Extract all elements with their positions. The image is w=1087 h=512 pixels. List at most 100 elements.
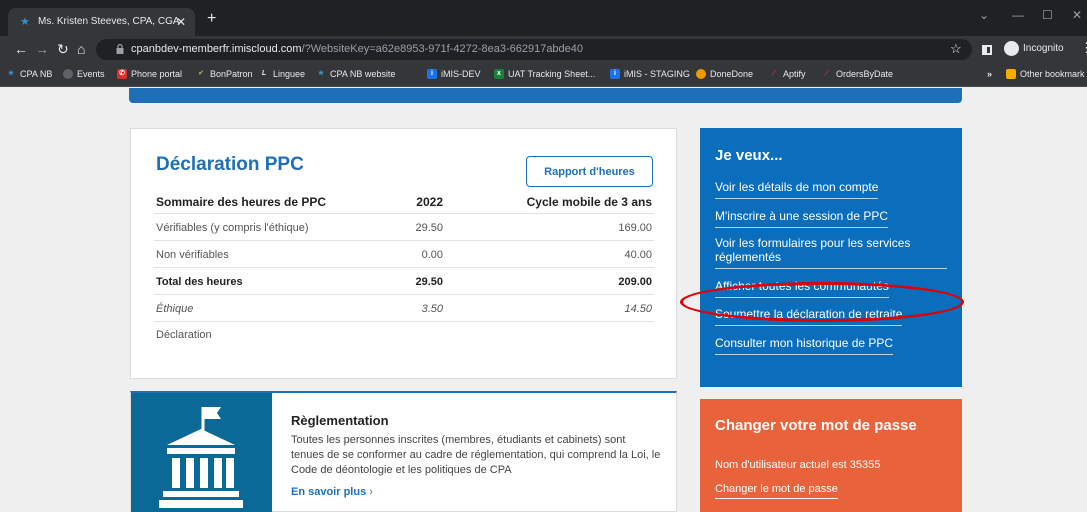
phone-portal-icon: ✆ [117,69,127,79]
bookmark-item[interactable]: i iMIS-DEV [427,69,481,79]
bookmark-star-icon[interactable]: ☆ [950,41,962,57]
row-cycle: 14.50 [624,303,652,315]
imis-icon: i [610,69,620,79]
row-label: Non vérifiables [156,249,229,261]
folder-icon [1006,69,1016,79]
learn-more-label: En savoir plus [291,486,367,498]
table-row: Non vérifiables 0.00 40.00 [154,242,654,268]
bonpatron-icon: ✔ [198,70,204,77]
browser-tab-bar: ★ Ms. Kristen Steeves, CPA, CGA ✕ + ⌄ — … [0,0,1087,36]
i-want-panel: Je veux... Voir les détails de mon compt… [700,128,962,387]
minimize-button[interactable]: — [1012,8,1024,22]
link-register-cpd-session[interactable]: M'inscrire à une session de PPC [715,209,889,228]
bookmarks-overflow-button[interactable]: » [987,69,992,79]
donedone-icon [696,69,706,79]
menu-icon[interactable]: ⋮ [1080,40,1087,56]
row-label: Déclaration [156,329,212,341]
row-year: 3.50 [421,303,443,315]
report-hours-button[interactable]: Rapport d'heures [526,156,653,187]
row-label: Vérifiables (y compris l'éthique) [156,222,309,234]
link-cpd-history[interactable]: Consulter mon historique de PPC [715,336,894,355]
header-cycle: Cycle mobile de 3 ans [526,195,652,209]
new-tab-button[interactable]: + [207,11,216,27]
row-cycle: 209.00 [618,276,652,288]
side-panel-icon[interactable] [982,45,992,55]
bookmark-label: DoneDone [710,69,754,79]
table-row-total: Total des heures 29.50 209.00 [154,269,654,295]
bookmark-label: Phone portal [131,69,183,79]
bookmark-item[interactable]: ⟋ OrdersByDate [822,69,893,79]
change-password-link[interactable]: Changer le mot de passe [715,483,838,499]
regulation-card: Règlementation Toutes les personnes insc… [130,391,677,512]
change-password-card: Changer votre mot de passe Nom d'utilisa… [700,399,962,512]
regulation-icon-panel [131,393,272,512]
forward-icon[interactable]: → [35,41,49,57]
i-want-title: Je veux... [715,147,783,164]
bookmark-label: Events [77,69,105,79]
bookmark-item[interactable]: ★ CPA NB [6,69,52,79]
site-header-strip [129,88,962,103]
browser-tab[interactable]: ★ Ms. Kristen Steeves, CPA, CGA ✕ [8,8,195,36]
reload-icon[interactable]: ↻ [57,41,69,57]
bookmark-item[interactable]: ⟋ Aptify [769,69,806,79]
home-icon[interactable]: ⌂ [77,41,85,57]
link-regulated-services-forms[interactable]: Voir les formulaires pour les services r… [715,236,947,269]
regulation-title: Règlementation [291,413,389,428]
header-year: 2022 [416,195,443,209]
bookmark-label: OrdersByDate [836,69,894,79]
bookmark-item[interactable]: DoneDone [696,69,753,79]
highlight-annotation [680,282,964,322]
row-year: 29.50 [415,222,443,234]
close-window-button[interactable]: ✕ [1072,8,1082,22]
bookmark-item[interactable]: ★ CPA NB website [316,69,396,79]
table-row: Éthique 3.50 14.50 [154,296,654,322]
declaration-card: Déclaration PPC Rapport d'heures Sommair… [130,128,677,379]
maximize-button[interactable]: ☐ [1042,8,1053,22]
bookmark-label: CPA NB [20,69,53,79]
row-cycle: 40.00 [624,249,652,261]
globe-icon [63,69,73,79]
aptify-icon: ⟋ [771,70,777,77]
courthouse-icon [159,407,243,508]
bookmark-item[interactable]: i iMIS - STAGING [610,69,690,79]
url-text: cpanbdev-memberfr.imiscloud.com/?Website… [131,43,583,55]
row-label: Éthique [156,303,194,315]
back-icon[interactable]: ← [14,41,28,57]
current-username: Nom d'utilisateur actuel est 35355 [715,459,881,471]
bookmark-item[interactable]: Events [63,69,105,79]
url-host: cpanbdev-memberfr.imiscloud.com [131,43,302,55]
bookmark-item[interactable]: x UAT Tracking Sheet... [494,69,595,79]
cpa-star-icon: ★ [7,70,15,77]
bookmark-item[interactable]: ✆ Phone portal [117,69,182,79]
other-bookmarks[interactable]: Other bookmark [1006,69,1085,79]
tab-search-icon[interactable]: ⌄ [979,8,989,22]
close-tab-icon[interactable]: ✕ [176,15,186,29]
address-bar[interactable]: cpanbdev-memberfr.imiscloud.com/?Website… [96,39,972,60]
bookmarks-bar: ★ CPA NB Events ✆ Phone portal ✔ BonPatron … [0,63,1087,87]
change-password-title: Changer votre mot de passe [715,417,917,434]
bookmark-label: BonPatron [210,69,253,79]
link-account-details[interactable]: Voir les détails de mon compte [715,180,879,199]
learn-more-link[interactable]: En savoir plus › [291,486,373,498]
bookmark-label: Aptify [783,69,806,79]
page-content: Déclaration PPC Rapport d'heures Sommair… [0,88,1087,512]
other-bookmarks-label: Other bookmark [1020,69,1085,79]
incognito-label[interactable]: Incognito [1023,43,1064,54]
bookmark-item[interactable]: ✔ BonPatron [196,69,253,79]
table-row: Vérifiables (y compris l'éthique) 29.50 … [154,215,654,241]
bookmark-label: iMIS-DEV [441,69,481,79]
linguee-icon: L [261,70,267,77]
browser-toolbar: ← → ↻ ⌂ cpanbdev-memberfr.imiscloud.com/… [0,36,1087,63]
url-path: /?WebsiteKey=a62e8953-971f-4272-8ea3-662… [301,43,584,55]
bookmark-label: iMIS - STAGING [624,69,690,79]
incognito-icon[interactable] [1004,41,1019,56]
bookmark-item[interactable]: L Linguee [259,69,305,79]
table-header: Sommaire des heures de PPC 2022 Cycle mo… [154,188,654,214]
table-row: Déclaration [154,322,654,348]
row-year: 29.50 [415,276,443,288]
header-summary: Sommaire des heures de PPC [156,195,327,209]
cpa-star-icon: ★ [317,70,325,77]
aptify-icon: ⟋ [824,70,830,77]
excel-icon: x [494,69,504,79]
row-year: 0.00 [421,249,443,261]
